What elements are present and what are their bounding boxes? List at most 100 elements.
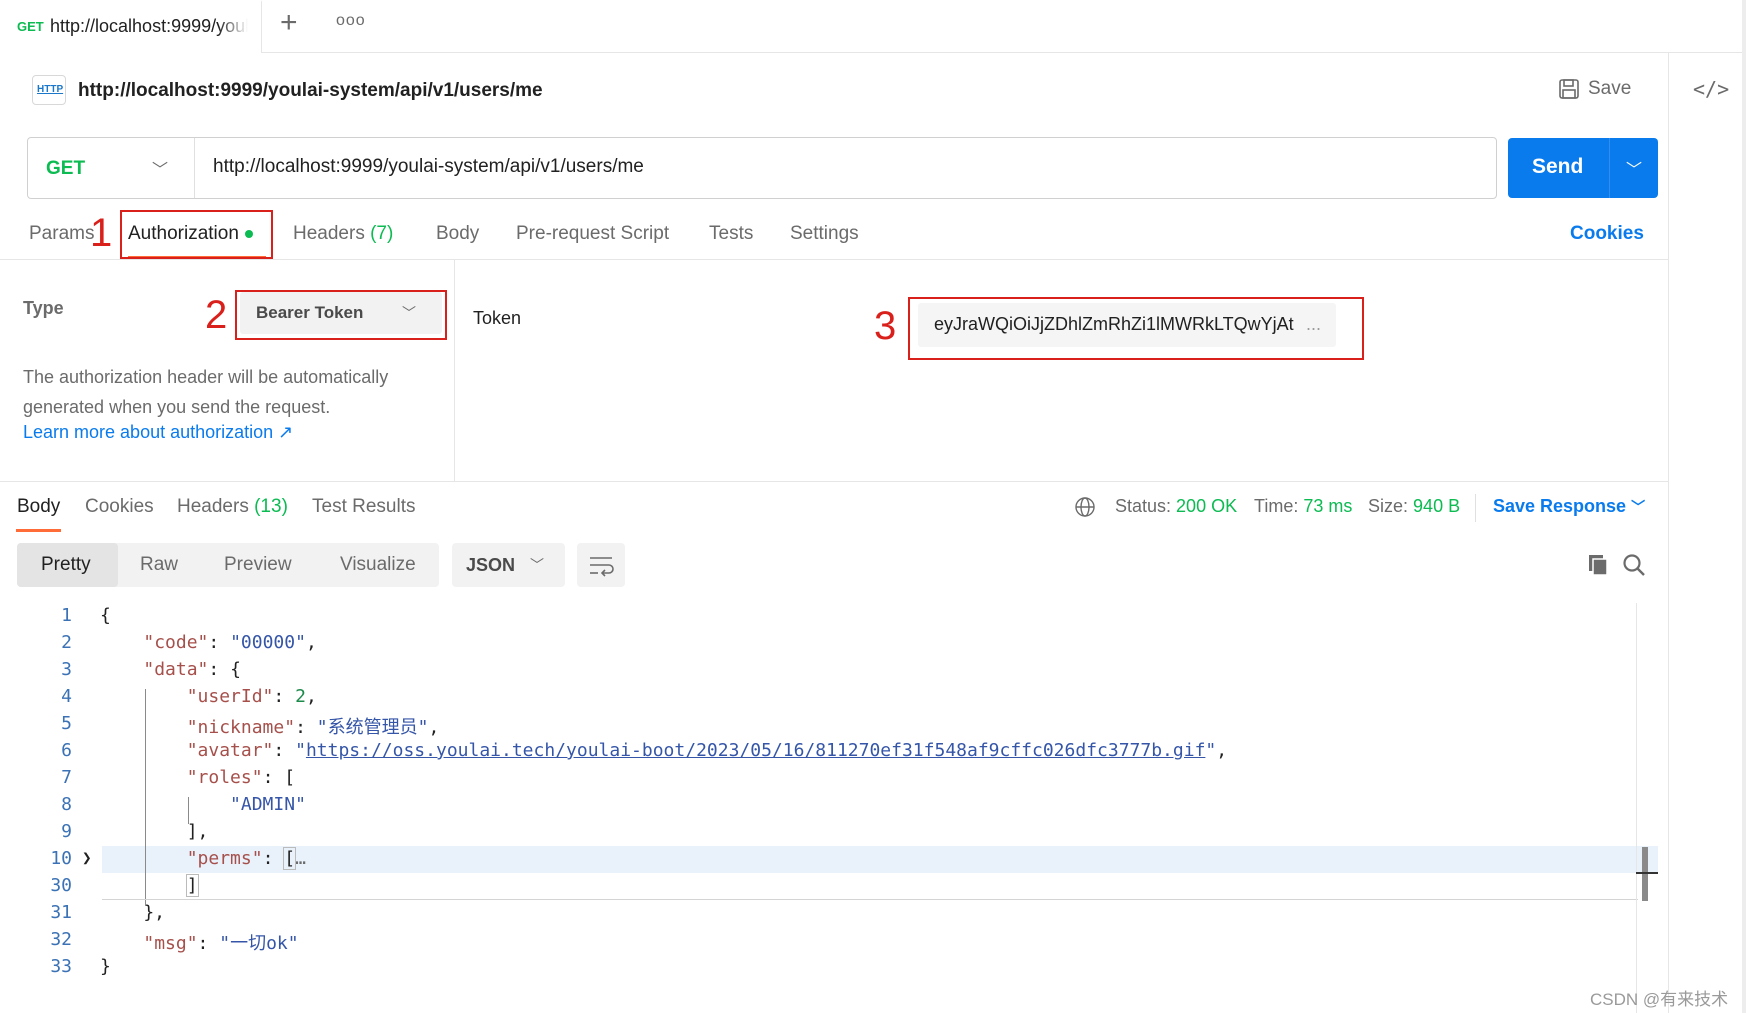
chevron-right-icon[interactable]: ❯	[82, 848, 92, 867]
save-label: Save	[1588, 78, 1632, 99]
time-value: 73 ms	[1303, 496, 1353, 516]
wrap-lines-button[interactable]	[577, 543, 625, 587]
code-text: "avatar": "https://oss.youlai.tech/youla…	[186, 740, 1228, 761]
time-readout[interactable]: Time: 73 ms	[1254, 496, 1352, 517]
tab-params[interactable]: Params	[29, 223, 94, 245]
send-button[interactable]: Send ﹀	[1508, 138, 1658, 198]
wrap-lines-icon	[590, 557, 614, 577]
code-text: "perms": […	[186, 847, 306, 870]
resp-headers-label: Headers	[177, 496, 249, 517]
tab-settings[interactable]: Settings	[790, 223, 859, 245]
headers-count: (7)	[370, 223, 394, 244]
globe-icon[interactable]	[1074, 496, 1096, 518]
annotation-box-3	[908, 297, 1364, 360]
annotation-number-2: 2	[205, 293, 228, 337]
line-number: 31	[50, 902, 72, 923]
annotation-number-3: 3	[874, 304, 897, 348]
line-number: 2	[61, 632, 72, 653]
preview-button[interactable]: Preview	[224, 554, 292, 576]
format-select[interactable]: JSON ﹀	[452, 543, 565, 587]
status-value: 200 OK	[1176, 496, 1238, 516]
code-text: "nickname": "系统管理员",	[186, 717, 440, 738]
chevron-down-icon: ﹀	[530, 557, 544, 573]
status-label: Status:	[1115, 496, 1172, 516]
code-line: 31 },	[0, 900, 1640, 927]
raw-button[interactable]: Raw	[140, 554, 178, 576]
send-label: Send	[1532, 155, 1584, 178]
chevron-down-icon: ﹀	[152, 162, 169, 179]
resp-tab-body[interactable]: Body	[17, 496, 60, 518]
code-text: "ADMIN"	[230, 794, 306, 815]
code-text: ],	[100, 821, 209, 842]
size-readout[interactable]: Size: 940 B	[1368, 496, 1460, 517]
pretty-button[interactable]: Pretty	[41, 554, 91, 576]
more-tabs-icon[interactable]: ooo	[336, 12, 366, 30]
editor-scrollbar[interactable]	[1636, 603, 1658, 1013]
send-options-chevron-icon[interactable]: ﹀	[1626, 156, 1642, 180]
tab-url: http://localhost:9999/youlai-system/api/…	[50, 16, 248, 36]
format-label: JSON	[466, 555, 516, 575]
auth-description: The authorization header will be automat…	[23, 367, 389, 417]
resp-headers-count: (13)	[254, 496, 288, 517]
avatar-url-link[interactable]: https://oss.youlai.tech/youlai-boot/2023…	[306, 740, 1205, 761]
method-select[interactable]: GET ﹀	[28, 138, 195, 198]
resp-tab-headers[interactable]: Headers (13)	[177, 496, 288, 518]
url-input[interactable]	[213, 156, 1463, 178]
size-label: Size:	[1368, 496, 1409, 516]
indent-guide	[188, 797, 189, 824]
tab-prerequest-script[interactable]: Pre-request Script	[516, 223, 669, 245]
http-request-icon: HTTP	[32, 75, 66, 105]
right-side-rail: </>	[1668, 53, 1746, 1013]
code-line: 8 "ADMIN"	[0, 792, 1640, 819]
request-tab[interactable]: GET http://localhost:9999/youlai-system/…	[0, 0, 262, 53]
line-number: 8	[61, 794, 72, 815]
status-readout[interactable]: Status: 200 OK	[1115, 496, 1237, 517]
tab-strip: GET http://localhost:9999/youlai-system/…	[0, 0, 1746, 53]
response-body-editor[interactable]: 1{ 2 "code": "00000", 3 "data": { 4 "use…	[0, 603, 1660, 1013]
save-response-button[interactable]: Save Response ﹀	[1493, 496, 1645, 517]
size-value: 940 B	[1413, 496, 1461, 516]
visualize-button[interactable]: Visualize	[340, 554, 416, 576]
code-line: 3 "data": {	[0, 657, 1640, 684]
tab-body[interactable]: Body	[436, 223, 479, 245]
code-line: 33}	[0, 954, 1640, 981]
code-line: 4 "userId": 2,	[0, 684, 1640, 711]
new-tab-button[interactable]: +	[280, 8, 298, 38]
code-text: "msg": "一切ok"	[143, 933, 299, 954]
line-number: 5	[61, 713, 72, 734]
request-title[interactable]: http://localhost:9999/youlai-system/api/…	[78, 80, 543, 102]
window-scrollbar[interactable]	[1742, 0, 1746, 1013]
line-number: 4	[61, 686, 72, 707]
line-number: 10	[50, 848, 72, 869]
resp-tab-test-results[interactable]: Test Results	[312, 496, 415, 518]
annotation-number-1: 1	[90, 211, 113, 255]
editor-scrollbar-thumb[interactable]	[1642, 847, 1648, 901]
tab-tests[interactable]: Tests	[709, 223, 753, 245]
indent-guide	[145, 689, 146, 905]
save-button[interactable]: Save	[1558, 78, 1631, 100]
code-snippet-icon[interactable]: </>	[1693, 77, 1729, 101]
status-divider	[1475, 494, 1476, 522]
code-line: 10 ❯ "perms": […	[0, 846, 1640, 873]
code-line: 30 ]	[0, 873, 1640, 900]
code-text: "code": "00000",	[143, 632, 317, 653]
cookies-link[interactable]: Cookies	[1570, 223, 1644, 245]
url-bar: GET ﹀	[27, 137, 1497, 199]
token-label: Token	[473, 308, 522, 328]
editor-scroll-marker	[1636, 872, 1658, 874]
search-icon[interactable]	[1621, 552, 1647, 578]
copy-icon[interactable]	[1586, 552, 1610, 576]
fold-divider	[102, 899, 1638, 900]
tab-headers[interactable]: Headers (7)	[293, 223, 393, 245]
line-number: 9	[61, 821, 72, 842]
line-number: 6	[61, 740, 72, 761]
code-text: "userId": 2,	[186, 686, 317, 707]
code-line: 9 ],	[0, 819, 1640, 846]
time-label: Time:	[1254, 496, 1299, 516]
learn-more-link[interactable]: Learn more about authorization ↗	[23, 422, 293, 443]
code-text: },	[100, 902, 166, 923]
response-bar: Body Cookies Headers (13) Test Results S…	[0, 481, 1668, 535]
code-line: 6 "avatar": "https://oss.youlai.tech/you…	[0, 738, 1640, 765]
tab-method: GET	[17, 19, 44, 34]
resp-tab-cookies[interactable]: Cookies	[85, 496, 154, 518]
